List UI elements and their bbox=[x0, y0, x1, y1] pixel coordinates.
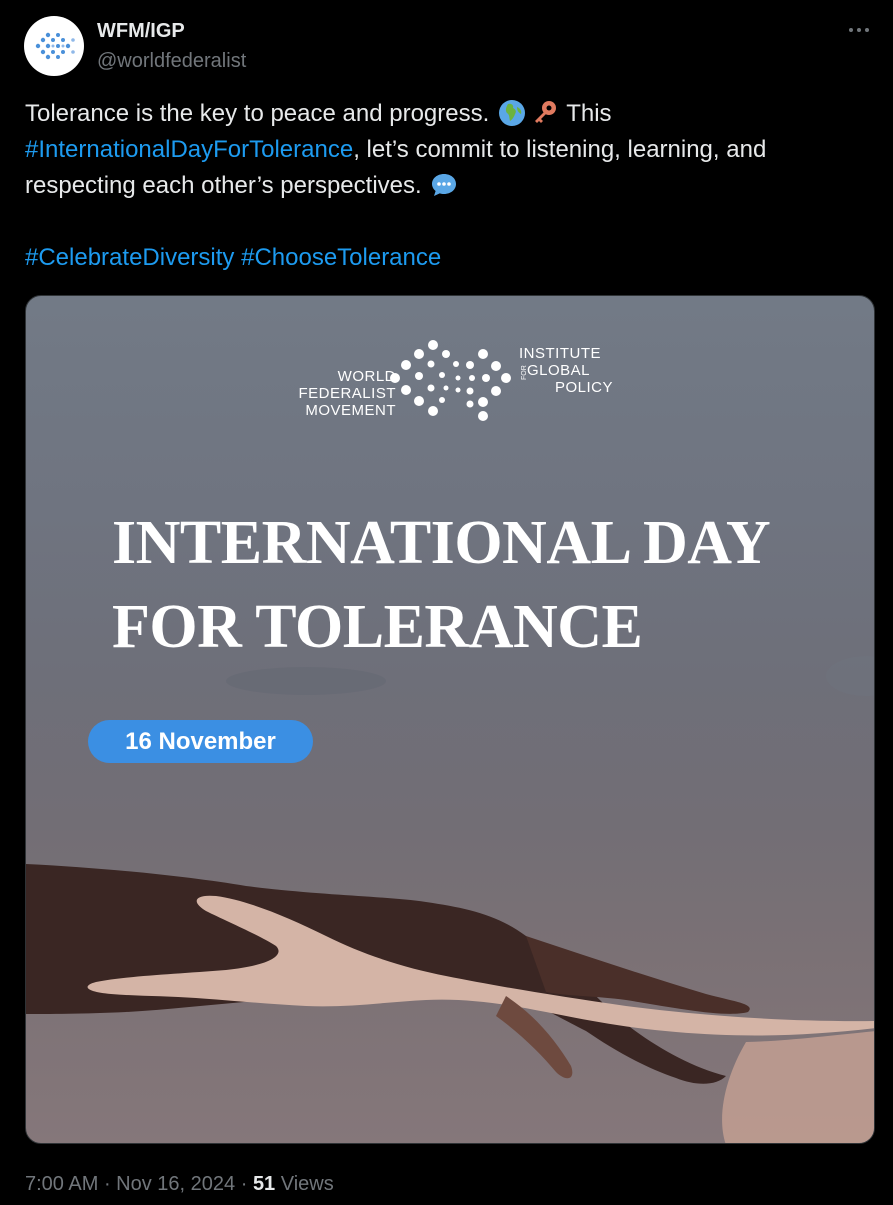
globe-africa-europe-icon bbox=[498, 100, 525, 126]
headline-line: INTERNATIONAL DAY bbox=[112, 509, 771, 577]
tweet-text-segment: Tolerance is the key to peace and progre… bbox=[25, 100, 490, 127]
tweet: WFM/IGP @worldfederalist Tolerance is th… bbox=[0, 0, 893, 1205]
logo-line: INSTITUTE bbox=[519, 345, 601, 362]
tweet-line: respecting each other’s perspectives. bbox=[25, 168, 865, 204]
tweet-line: Tolerance is the key to peace and progre… bbox=[25, 96, 865, 132]
views-label: Views bbox=[280, 1173, 334, 1195]
tweet-date[interactable]: Nov 16, 2024 bbox=[116, 1173, 235, 1195]
separator: · bbox=[235, 1173, 253, 1195]
avatar[interactable] bbox=[24, 16, 84, 76]
tweet-time[interactable]: 7:00 AM bbox=[25, 1173, 98, 1195]
logo-line: MOVEMENT bbox=[305, 402, 396, 419]
tweet-text-segment: respecting each other’s perspectives. bbox=[25, 172, 422, 199]
headline-line: FOR TOLERANCE bbox=[112, 593, 643, 661]
speech-balloon-icon bbox=[432, 174, 457, 196]
tweet-text-segment: This bbox=[566, 100, 612, 127]
handle[interactable]: @worldfederalist bbox=[97, 49, 246, 73]
image-headline: INTERNATIONAL DAY FOR TOLERANCE bbox=[112, 501, 812, 669]
hashtag-link[interactable]: #InternationalDayForTolerance bbox=[25, 136, 353, 163]
logo-line: POLICY bbox=[555, 379, 614, 396]
logo-line: WORLD bbox=[337, 368, 396, 385]
more-options-icon[interactable] bbox=[845, 20, 873, 40]
hashtag-link[interactable]: #ChooseTolerance bbox=[241, 244, 441, 271]
tweet-text-segment: , let’s commit to listening, learning, a… bbox=[353, 136, 767, 163]
wfm-igp-logo-icon bbox=[35, 32, 75, 60]
hashtag-link[interactable]: #CelebrateDiversity bbox=[25, 244, 234, 271]
logo-line: GLOBAL bbox=[527, 362, 591, 379]
logo-text-wfm: WORLD FEDERALIST MOVEMENT bbox=[256, 368, 396, 419]
separator: · bbox=[98, 1173, 117, 1195]
tweet-image[interactable]: WORLD FEDERALIST MOVEMENT INSTITUTE GLOB… bbox=[25, 295, 875, 1144]
tweet-meta: 7:00 AM · Nov 16, 2024 · 51 Views bbox=[25, 1170, 334, 1198]
tweet-text: Tolerance is the key to peace and progre… bbox=[25, 96, 865, 276]
tweet-line: #InternationalDayForTolerance, let’s com… bbox=[25, 132, 865, 168]
logo-for-text: FOR bbox=[521, 365, 528, 380]
institute-logo-dots bbox=[390, 340, 511, 421]
logo-text-igp: INSTITUTE GLOBAL POLICY bbox=[519, 345, 659, 396]
views-count: 51 bbox=[252, 1173, 276, 1195]
logo-line: FEDERALIST bbox=[298, 385, 396, 402]
key-icon bbox=[534, 101, 556, 123]
tweet-line: #CelebrateDiversity #ChooseTolerance bbox=[25, 240, 865, 276]
display-name[interactable]: WFM/IGP bbox=[97, 19, 185, 43]
date-badge: 16 November bbox=[88, 720, 313, 763]
